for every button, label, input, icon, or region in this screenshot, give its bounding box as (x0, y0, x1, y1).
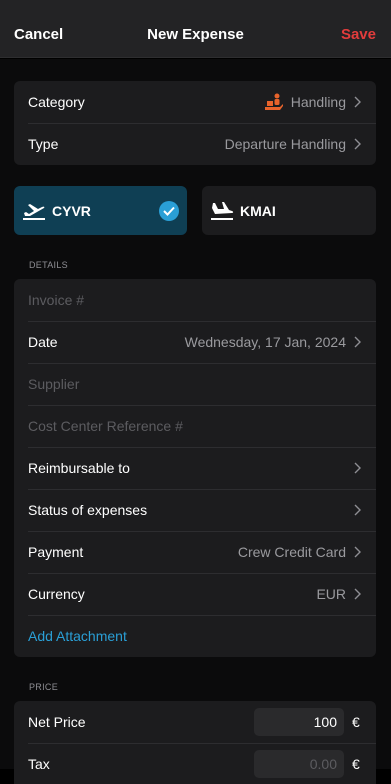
checkmark-icon (159, 200, 179, 221)
save-button[interactable]: Save (341, 26, 376, 43)
date-row[interactable]: Date Wednesday, 17 Jan, 2024 (14, 321, 376, 363)
tax-input[interactable]: 0.00 (254, 750, 344, 778)
reimbursable-label: Reimbursable to (28, 460, 130, 476)
tax-label: Tax (28, 756, 50, 772)
date-value: Wednesday, 17 Jan, 2024 (184, 334, 346, 350)
details-card: Invoice # Date Wednesday, 17 Jan, 2024 S… (14, 279, 376, 657)
currency-label: Currency (28, 586, 85, 602)
cost-center-field[interactable]: Cost Center Reference # (14, 405, 376, 447)
add-attachment-row[interactable]: Add Attachment (14, 615, 376, 657)
tax-currency: € (352, 756, 360, 772)
price-section-title: PRICE (29, 682, 59, 692)
currency-value: EUR (316, 586, 346, 602)
chevron-right-icon (352, 587, 362, 601)
chevron-right-icon (352, 95, 362, 109)
chevron-right-icon (352, 461, 362, 475)
payment-value: Crew Credit Card (237, 544, 346, 560)
reimbursable-row[interactable]: Reimbursable to (14, 447, 376, 489)
add-attachment-link[interactable]: Add Attachment (28, 628, 362, 644)
cost-center-placeholder: Cost Center Reference # (28, 418, 183, 434)
page-title: New Expense (147, 26, 244, 43)
category-value: Handling (290, 94, 346, 110)
chevron-right-icon (352, 545, 362, 559)
payment-label: Payment (28, 544, 84, 560)
category-row[interactable]: Category Handling (14, 81, 376, 123)
status-label: Status of expenses (28, 502, 148, 518)
nav-bar: Cancel New Expense Save (0, 0, 391, 58)
net-price-label: Net Price (28, 714, 86, 730)
supplier-placeholder: Supplier (28, 376, 80, 392)
payment-row[interactable]: Payment Crew Credit Card (14, 531, 376, 573)
details-section-title: DETAILS (29, 260, 68, 270)
plane-arrival-icon (210, 201, 234, 221)
supplier-field[interactable]: Supplier (14, 363, 376, 405)
chevron-right-icon (352, 335, 362, 349)
type-label: Type (28, 136, 59, 152)
category-label: Category (28, 94, 85, 110)
status-row[interactable]: Status of expenses (14, 489, 376, 531)
type-value: Departure Handling (224, 136, 346, 152)
arrival-code: KMAI (240, 202, 276, 219)
departure-code: CYVR (52, 202, 91, 219)
plane-departure-icon (22, 201, 46, 221)
net-price-row: Net Price 100 € (14, 701, 376, 743)
tax-row: Tax 0.00 € (14, 743, 376, 784)
arrival-airport-button[interactable]: KMAI (202, 186, 376, 235)
invoice-placeholder: Invoice # (28, 292, 85, 308)
net-price-currency: € (352, 714, 360, 730)
net-price-input[interactable]: 100 (254, 708, 344, 736)
departure-airport-button[interactable]: CYVR (14, 186, 187, 235)
type-row[interactable]: Type Departure Handling (14, 123, 376, 165)
price-card: Net Price 100 € Tax 0.00 € (14, 701, 376, 784)
chevron-right-icon (352, 503, 362, 517)
invoice-field[interactable]: Invoice # (14, 279, 376, 321)
currency-row[interactable]: Currency EUR (14, 573, 376, 615)
date-label: Date (28, 334, 58, 350)
expense-form: Category Handling Type Departure Handlin… (0, 59, 391, 784)
category-card: Category Handling Type Departure Handlin… (14, 81, 376, 165)
handling-icon (264, 92, 284, 112)
chevron-right-icon (352, 137, 362, 151)
